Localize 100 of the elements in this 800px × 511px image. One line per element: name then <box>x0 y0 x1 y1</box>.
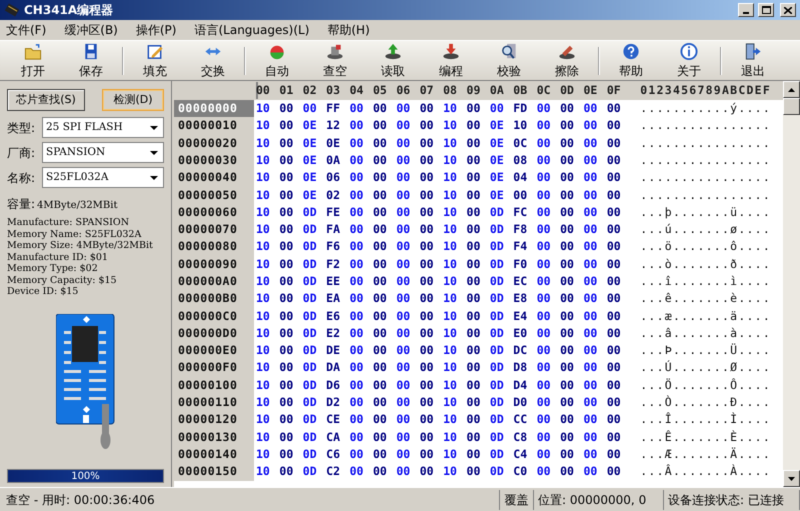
hex-byte: D4 <box>513 376 528 394</box>
hex-byte: 00 <box>536 204 552 221</box>
hex-byte: 00 <box>560 342 575 360</box>
hex-byte: 00 <box>279 308 294 325</box>
hex-byte: 00 <box>536 411 552 428</box>
toolbar-button[interactable]: 帮助 <box>602 42 660 80</box>
address-cell[interactable]: 00000000 <box>174 100 254 118</box>
toolbar-button[interactable]: 编程 <box>422 42 480 80</box>
hex-byte: 00 <box>420 221 435 238</box>
minimize-button[interactable] <box>738 3 754 17</box>
menu-item[interactable]: 帮助(H) <box>325 21 372 39</box>
hex-byte: 0D <box>490 376 505 394</box>
hex-byte: 00 <box>372 238 388 256</box>
toolbar-button[interactable]: 擦除 <box>538 42 596 80</box>
hex-byte: 00 <box>536 100 552 118</box>
scroll-down-button[interactable] <box>783 470 800 487</box>
hex-byte: 00 <box>420 376 435 394</box>
hex-byte: 10 <box>256 446 271 463</box>
address-cell[interactable]: 000000E0 <box>174 342 254 360</box>
menu-item[interactable]: 操作(P) <box>134 21 178 39</box>
hex-byte: 00 <box>583 100 598 118</box>
status-text: 设备连接状态: 已连接 <box>664 490 800 510</box>
address-cell[interactable]: 00000020 <box>174 134 254 152</box>
close-button[interactable] <box>780 3 796 17</box>
hex-byte: 0D <box>490 290 505 308</box>
hex-byte: 00 <box>560 428 575 446</box>
hex-byte: 00 <box>279 342 294 360</box>
chip-button[interactable]: 芯片查找(S) <box>7 89 85 111</box>
address-cell[interactable]: 00000040 <box>174 169 254 186</box>
hex-byte: D2 <box>326 394 342 412</box>
hex-byte: 00 <box>466 100 482 118</box>
hex-byte: 0A <box>326 152 342 169</box>
capacity-text: 容量: 4MByte/32MBit <box>7 196 118 213</box>
column-header: 0A <box>490 82 505 99</box>
chip-button[interactable]: 检测(D) <box>102 89 164 111</box>
hex-byte: 10 <box>256 186 271 204</box>
hex-byte: 00 <box>372 272 388 290</box>
address-cell[interactable]: 00000100 <box>174 376 254 394</box>
hex-byte: 00 <box>372 204 388 221</box>
address-cell[interactable]: 00000050 <box>174 186 254 204</box>
hex-byte: 00 <box>583 324 598 342</box>
address-cell[interactable]: 00000060 <box>174 204 254 222</box>
hex-byte: 00 <box>560 411 575 428</box>
dropdown[interactable]: SPANSION <box>42 142 164 163</box>
address-cell[interactable]: 00000090 <box>174 256 254 273</box>
hex-byte: F8 <box>513 221 528 238</box>
address-cell[interactable]: 00000140 <box>174 446 254 464</box>
toolbar-button[interactable]: 自动 <box>248 42 306 80</box>
hex-byte: 00 <box>606 100 622 118</box>
hex-byte: 00 <box>583 134 598 152</box>
address-cell[interactable]: 00000030 <box>174 152 254 170</box>
hex-byte: 00 <box>372 152 388 169</box>
hex-byte: E0 <box>513 324 528 342</box>
hex-byte: 00 <box>420 256 435 273</box>
address-cell[interactable]: 00000150 <box>174 463 254 481</box>
toolbar-button[interactable]: 交换 <box>184 42 242 80</box>
hex-byte: 00 <box>466 169 482 186</box>
dropdown[interactable]: 25 SPI FLASH <box>42 117 164 138</box>
hex-byte: 00 <box>466 290 482 308</box>
hex-byte: E6 <box>326 308 342 325</box>
toolbar-button[interactable]: 保存 <box>62 42 120 80</box>
address-cell[interactable]: 000000D0 <box>174 324 254 342</box>
scrollbar[interactable] <box>783 81 800 487</box>
hex-byte: 00 <box>560 186 575 204</box>
scroll-up-button[interactable] <box>783 81 800 98</box>
hex-byte: 10 <box>443 342 458 360</box>
scroll-thumb[interactable] <box>783 98 800 115</box>
address-cell[interactable]: 000000A0 <box>174 272 254 290</box>
address-cell[interactable]: 00000120 <box>174 411 254 429</box>
toolbar-button[interactable]: 打开 <box>4 42 62 80</box>
address-cell[interactable]: 00000130 <box>174 428 254 446</box>
address-cell[interactable]: 000000C0 <box>174 308 254 325</box>
toolbar-button[interactable]: 查空 <box>306 42 364 80</box>
toolbar-button[interactable]: 退出 <box>724 42 782 80</box>
hex-byte: 0E <box>302 186 318 204</box>
hex-byte: 10 <box>256 134 271 152</box>
maximize-button[interactable] <box>758 3 774 17</box>
toolbar-button[interactable]: 校验 <box>480 42 538 80</box>
up-arrow-chip-icon <box>383 42 403 60</box>
menu-item[interactable]: 语言(Languages)(L) <box>192 21 312 39</box>
hex-byte: 00 <box>583 463 598 480</box>
toolbar-button[interactable]: 填充 <box>126 42 184 80</box>
hex-byte: 00 <box>583 221 598 238</box>
hex-byte: 00 <box>466 308 482 325</box>
hex-byte: 00 <box>350 446 364 463</box>
address-cell[interactable]: 00000080 <box>174 238 254 256</box>
address-cell[interactable]: 000000F0 <box>174 359 254 377</box>
address-cell[interactable]: 00000010 <box>174 117 254 135</box>
hex-byte: EA <box>326 290 342 308</box>
toolbar-button[interactable]: 关于 <box>660 42 718 80</box>
address-cell[interactable]: 000000B0 <box>174 290 254 308</box>
hex-byte: 00 <box>466 411 482 428</box>
field-label: 名称: <box>7 170 36 186</box>
hex-byte: 00 <box>372 100 388 118</box>
menu-item[interactable]: 文件(F) <box>4 21 48 39</box>
address-cell[interactable]: 00000110 <box>174 394 254 412</box>
dropdown[interactable]: S25FL032A <box>42 167 164 188</box>
address-cell[interactable]: 00000070 <box>174 221 254 238</box>
menu-item[interactable]: 缓冲区(B) <box>62 21 120 39</box>
toolbar-button[interactable]: 读取 <box>364 42 422 80</box>
